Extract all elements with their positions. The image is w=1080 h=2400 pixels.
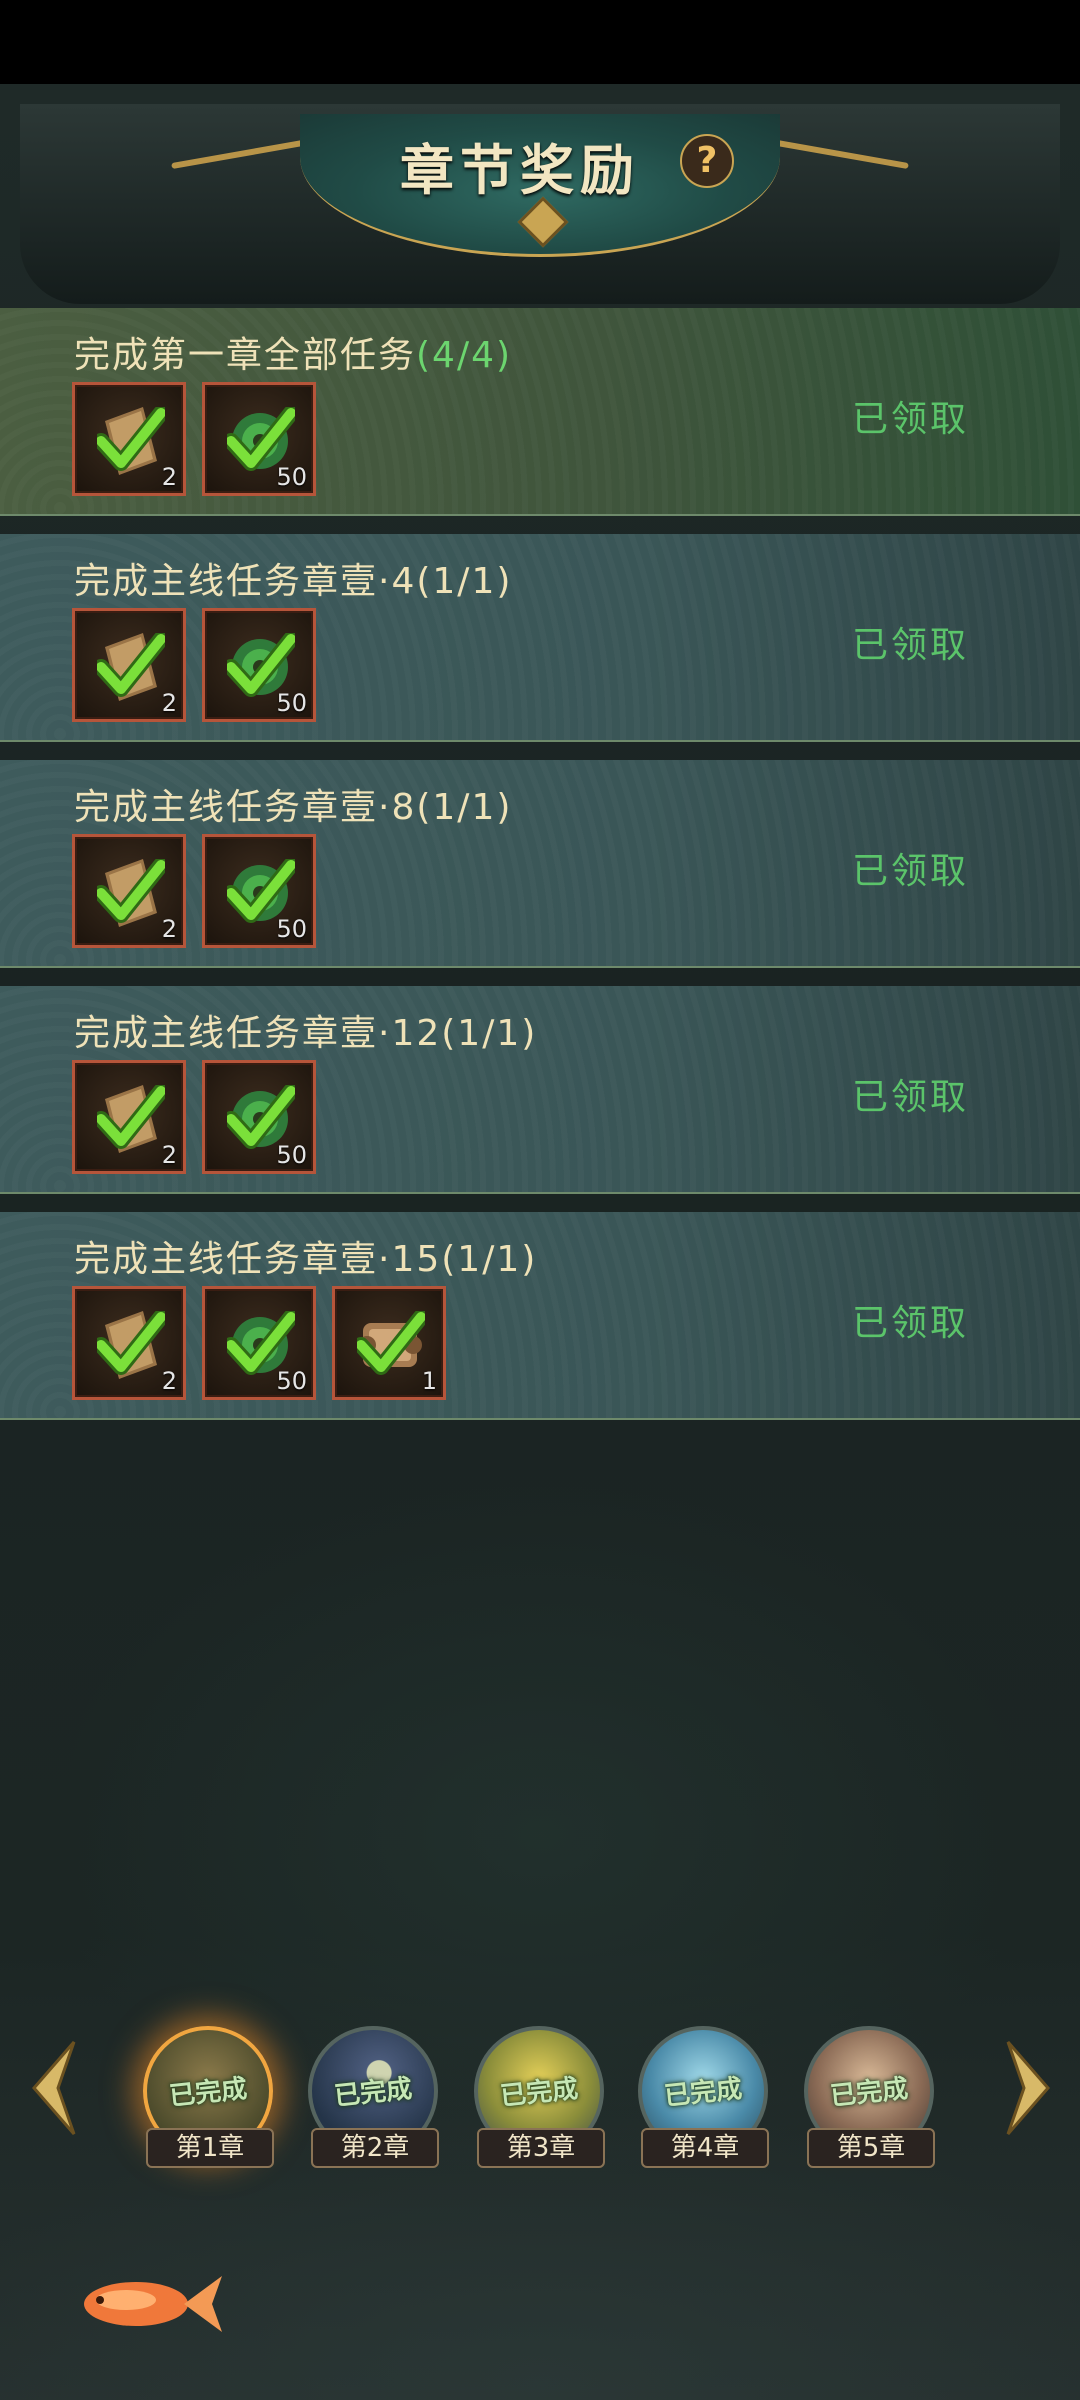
reward-item[interactable]: 2 (72, 1060, 186, 1174)
completed-stamp: 已完成 (498, 2073, 580, 2112)
claimed-status: 已领取 (852, 1077, 970, 1118)
reward-item[interactable]: 1 (332, 1286, 446, 1400)
item-count: 50 (276, 689, 307, 717)
check-icon (227, 1085, 295, 1149)
koi-fish-icon[interactable] (66, 2262, 226, 2342)
reward-row: 完成主线任务章壹·4(1/1) 2 50 已领取 (0, 534, 1080, 742)
check-icon (357, 1311, 425, 1375)
completed-stamp: 已完成 (662, 2073, 744, 2112)
check-icon (97, 407, 165, 471)
check-icon (97, 1311, 165, 1375)
chapter-label: 第5章 (807, 2128, 935, 2168)
check-icon (97, 859, 165, 923)
item-count: 50 (276, 915, 307, 943)
row-progress: (4/4) (416, 335, 513, 376)
item-count: 50 (276, 463, 307, 491)
claimed-status: 已领取 (852, 851, 970, 892)
page-title: 章节奖励 (400, 139, 640, 202)
row-title: 完成主线任务章壹·8(1/1) (74, 778, 512, 830)
row-title: 完成主线任务章壹·12(1/1) (74, 1004, 537, 1056)
reward-row: 完成主线任务章壹·12(1/1) 2 50 已领取 (0, 986, 1080, 1194)
reward-item[interactable]: 50 (202, 608, 316, 722)
item-count: 2 (161, 1141, 177, 1169)
check-icon (227, 859, 295, 923)
row-title-text: 完成主线任务章壹·4 (74, 561, 417, 602)
item-count: 50 (276, 1367, 307, 1395)
item-count: 2 (161, 463, 177, 491)
completed-stamp: 已完成 (332, 2073, 414, 2112)
completed-stamp: 已完成 (828, 2073, 910, 2112)
reward-item[interactable]: 2 (72, 1286, 186, 1400)
chevron-left-icon[interactable] (28, 2038, 78, 2138)
row-title: 完成主线任务章壹·15(1/1) (74, 1230, 537, 1282)
claimed-status: 已领取 (852, 399, 970, 440)
chapter-label: 第3章 (477, 2128, 605, 2168)
reward-item[interactable]: 2 (72, 382, 186, 496)
item-count: 1 (421, 1367, 437, 1395)
item-count: 2 (161, 1367, 177, 1395)
header: 章节奖励 ? (0, 84, 1080, 306)
reward-item[interactable]: 50 (202, 834, 316, 948)
help-button[interactable]: ? (680, 134, 734, 188)
reward-row: 完成第一章全部任务(4/4) 2 50 已领取 (0, 308, 1080, 516)
reward-row: 完成主线任务章壹·15(1/1) 2 50 1 已领取 (0, 1212, 1080, 1420)
row-progress: (1/1) (441, 1013, 538, 1054)
claimed-status: 已领取 (852, 625, 970, 666)
check-icon (227, 1311, 295, 1375)
reward-item[interactable]: 50 (202, 382, 316, 496)
chapter-label: 第1章 (146, 2128, 274, 2168)
reward-item[interactable]: 2 (72, 834, 186, 948)
reward-item[interactable]: 2 (72, 608, 186, 722)
item-count: 2 (161, 689, 177, 717)
check-icon (97, 633, 165, 697)
reward-row: 完成主线任务章壹·8(1/1) 2 50 已领取 (0, 760, 1080, 968)
row-progress: (1/1) (441, 1239, 538, 1280)
row-progress: (1/1) (416, 561, 513, 602)
item-count: 2 (161, 915, 177, 943)
chapter-label: 第2章 (311, 2128, 439, 2168)
row-title-text: 完成主线任务章壹·15 (74, 1239, 442, 1280)
row-title: 完成第一章全部任务(4/4) (74, 326, 512, 378)
check-icon (97, 1085, 165, 1149)
completed-stamp: 已完成 (167, 2073, 249, 2112)
row-progress: (1/1) (416, 787, 513, 828)
chapter-label: 第4章 (641, 2128, 769, 2168)
status-bar (0, 0, 1080, 84)
row-title-text: 完成主线任务章壹·8 (74, 787, 417, 828)
check-icon (227, 633, 295, 697)
row-title: 完成主线任务章壹·4(1/1) (74, 552, 512, 604)
item-count: 50 (276, 1141, 307, 1169)
check-icon (227, 407, 295, 471)
reward-item[interactable]: 50 (202, 1286, 316, 1400)
row-title-text: 完成第一章全部任务 (74, 335, 417, 376)
chevron-right-icon[interactable] (1004, 2038, 1054, 2138)
reward-item[interactable]: 50 (202, 1060, 316, 1174)
claimed-status: 已领取 (852, 1303, 970, 1344)
row-title-text: 完成主线任务章壹·12 (74, 1013, 442, 1054)
